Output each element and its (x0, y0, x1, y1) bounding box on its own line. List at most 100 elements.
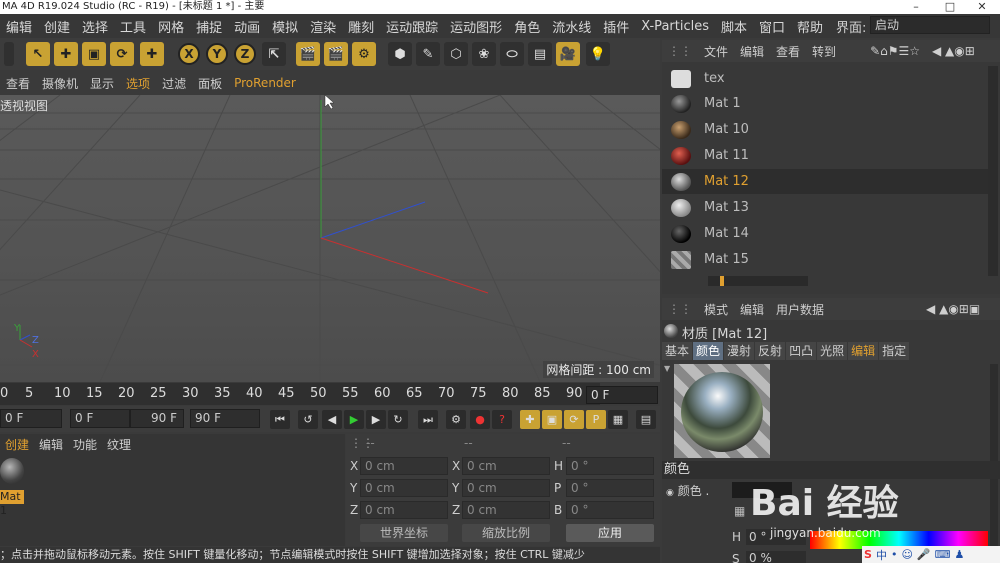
camera-icon[interactable]: 🎥 (556, 42, 580, 66)
menu-help[interactable]: 帮助 (791, 17, 829, 36)
menu-sculpt[interactable]: 雕刻 (342, 17, 380, 36)
ime-emoji-icon[interactable]: ☺ (901, 548, 912, 561)
menu-simulate[interactable]: 模拟 (266, 17, 304, 36)
size-z-field[interactable]: 0 cm (462, 501, 550, 519)
viewport-menu-options[interactable]: 选项 (120, 75, 156, 92)
tab-color[interactable]: 颜色 (693, 342, 724, 360)
keyframe-selection-icon[interactable]: ? (492, 410, 512, 429)
object-list-scrollbar[interactable] (988, 66, 998, 276)
key-position-icon[interactable]: ✚ (520, 410, 540, 429)
material-thumbnail[interactable] (0, 458, 24, 484)
menu-tools[interactable]: 工具 (114, 17, 152, 36)
menu-script[interactable]: 脚本 (715, 17, 753, 36)
rot-p-field[interactable]: 0 ° (566, 479, 654, 497)
record-key-icon[interactable]: ⚙ (446, 410, 466, 429)
pos-y-field[interactable]: 0 cm (360, 479, 448, 497)
menu-edit[interactable]: 编辑 (0, 17, 38, 36)
perspective-viewport[interactable]: Y Z X 透视视图 网格间距 : 100 cm (0, 95, 660, 382)
viewport-menu-filter[interactable]: 过滤 (156, 75, 192, 92)
x-axis-lock-icon[interactable]: X (178, 43, 200, 65)
pos-x-field[interactable]: 0 cm (360, 457, 448, 475)
object-menu-file[interactable]: 文件 (698, 43, 734, 60)
autokey-icon[interactable]: ● (470, 410, 490, 429)
light-icon[interactable]: 💡 (586, 42, 610, 66)
floor-icon[interactable]: ▤ (528, 42, 552, 66)
attribute-scrollbar[interactable] (990, 364, 998, 554)
select-arrow-icon[interactable]: ↖ (26, 42, 50, 66)
timeline-ruler[interactable]: 0 5 10 15 20 25 30 35 40 45 50 55 60 65 … (0, 383, 600, 405)
minimize-icon[interactable]: – (902, 0, 930, 14)
recent-tool-icon[interactable]: ✚ (140, 42, 164, 66)
viewport-menu-camera[interactable]: 摄像机 (36, 75, 84, 92)
key-scale-icon[interactable]: ▣ (542, 410, 562, 429)
object-menu-goto[interactable]: 转到 (806, 43, 842, 60)
pos-z-field[interactable]: 0 cm (360, 501, 448, 519)
material-menu-texture[interactable]: 纹理 (102, 436, 136, 453)
attribute-menu-mode[interactable]: 模式 (698, 301, 734, 318)
menu-window[interactable]: 窗口 (753, 17, 791, 36)
scale-mode-select[interactable]: 缩放比例 (462, 524, 550, 542)
menu-pipeline[interactable]: 流水线 (546, 17, 597, 36)
object-nav-icon[interactable]: ◀ ▲◉⊞ (926, 44, 981, 58)
material-menu-function[interactable]: 功能 (68, 436, 102, 453)
tab-editor[interactable]: 编辑 (848, 342, 879, 360)
rot-b-field[interactable]: 0 ° (566, 501, 654, 519)
range-end-field[interactable]: 90 F (130, 409, 184, 428)
hscroll-thumb[interactable] (720, 276, 724, 286)
close-icon[interactable]: ✕ (968, 0, 996, 14)
tab-illumination[interactable]: 光照 (817, 342, 848, 360)
menu-mesh[interactable]: 网格 (152, 17, 190, 36)
move-tool-icon[interactable]: ✚ (54, 42, 78, 66)
list-item-tex[interactable]: tex (662, 66, 988, 91)
list-item-mat-15[interactable]: Mat 15 (662, 247, 988, 272)
render-view-icon[interactable]: 🎬 (296, 42, 320, 66)
menu-motion-tracking[interactable]: 运动跟踪 (380, 17, 444, 36)
ime-user-icon[interactable]: ♟ (955, 548, 965, 561)
list-item-mat-1[interactable]: Mat 1 (662, 91, 988, 116)
rot-h-field[interactable]: 0 ° (566, 457, 654, 475)
list-item-mat-14[interactable]: Mat 14 (662, 221, 988, 246)
goto-start-icon[interactable]: ⏮ (270, 410, 290, 429)
expand-arrow-icon[interactable]: ▼ (664, 364, 670, 373)
material-menu-edit[interactable]: 编辑 (34, 436, 68, 453)
timeline-window-icon[interactable]: ▤ (636, 410, 656, 429)
render-picture-viewer-icon[interactable]: 🎬 (324, 42, 348, 66)
tab-diffuse[interactable]: 漫射 (724, 342, 755, 360)
key-rotation-icon[interactable]: ⟳ (564, 410, 584, 429)
object-search-icon[interactable]: ✎⌂⚑☰☆ (864, 44, 926, 58)
ime-punct-icon[interactable]: • (891, 548, 898, 561)
tab-reflectance[interactable]: 反射 (755, 342, 786, 360)
layout-select[interactable]: 启动 (870, 16, 990, 34)
pen-spline-icon[interactable]: ✎ (416, 42, 440, 66)
apply-button[interactable]: 应用 (566, 524, 654, 542)
y-axis-lock-icon[interactable]: Y (206, 43, 228, 65)
end-frame-field[interactable]: 90 F (190, 409, 260, 428)
subdivision-icon[interactable]: ⬡ (444, 42, 468, 66)
deformer-icon[interactable]: ⬭ (500, 42, 524, 66)
menu-character[interactable]: 角色 (508, 17, 546, 36)
attribute-menu-edit[interactable]: 编辑 (734, 301, 770, 318)
object-menu-edit[interactable]: 编辑 (734, 43, 770, 60)
cube-primitive-icon[interactable]: ⬢ (388, 42, 412, 66)
world-coordinate-select[interactable]: 世界坐标 (360, 524, 448, 542)
ime-voice-icon[interactable]: 🎤 (917, 548, 931, 561)
list-item-mat-13[interactable]: Mat 13 (662, 195, 988, 220)
list-item-mat-12[interactable]: Mat 12 (662, 169, 988, 194)
menu-create[interactable]: 创建 (38, 17, 76, 36)
tab-basic[interactable]: 基本 (662, 342, 693, 360)
menu-animate[interactable]: 动画 (228, 17, 266, 36)
viewport-menu-display[interactable]: 显示 (84, 75, 120, 92)
z-axis-lock-icon[interactable]: Z (234, 43, 256, 65)
viewport-menu-view[interactable]: 查看 (0, 75, 36, 92)
coordinate-system-icon[interactable]: ⇱ (262, 42, 286, 66)
menu-plugins[interactable]: 插件 (597, 17, 635, 36)
radio-icon[interactable]: ◉ (666, 488, 674, 498)
start-frame-field[interactable]: 0 F (0, 409, 62, 428)
key-pla-icon[interactable]: ▦ (608, 410, 628, 429)
key-parameter-icon[interactable]: P (586, 410, 606, 429)
render-settings-icon[interactable]: ⚙ (352, 42, 376, 66)
tab-assign[interactable]: 指定 (879, 342, 910, 360)
list-item-mat-10[interactable]: Mat 10 (662, 117, 988, 142)
menu-snap[interactable]: 捕捉 (190, 17, 228, 36)
size-x-field[interactable]: 0 cm (462, 457, 550, 475)
